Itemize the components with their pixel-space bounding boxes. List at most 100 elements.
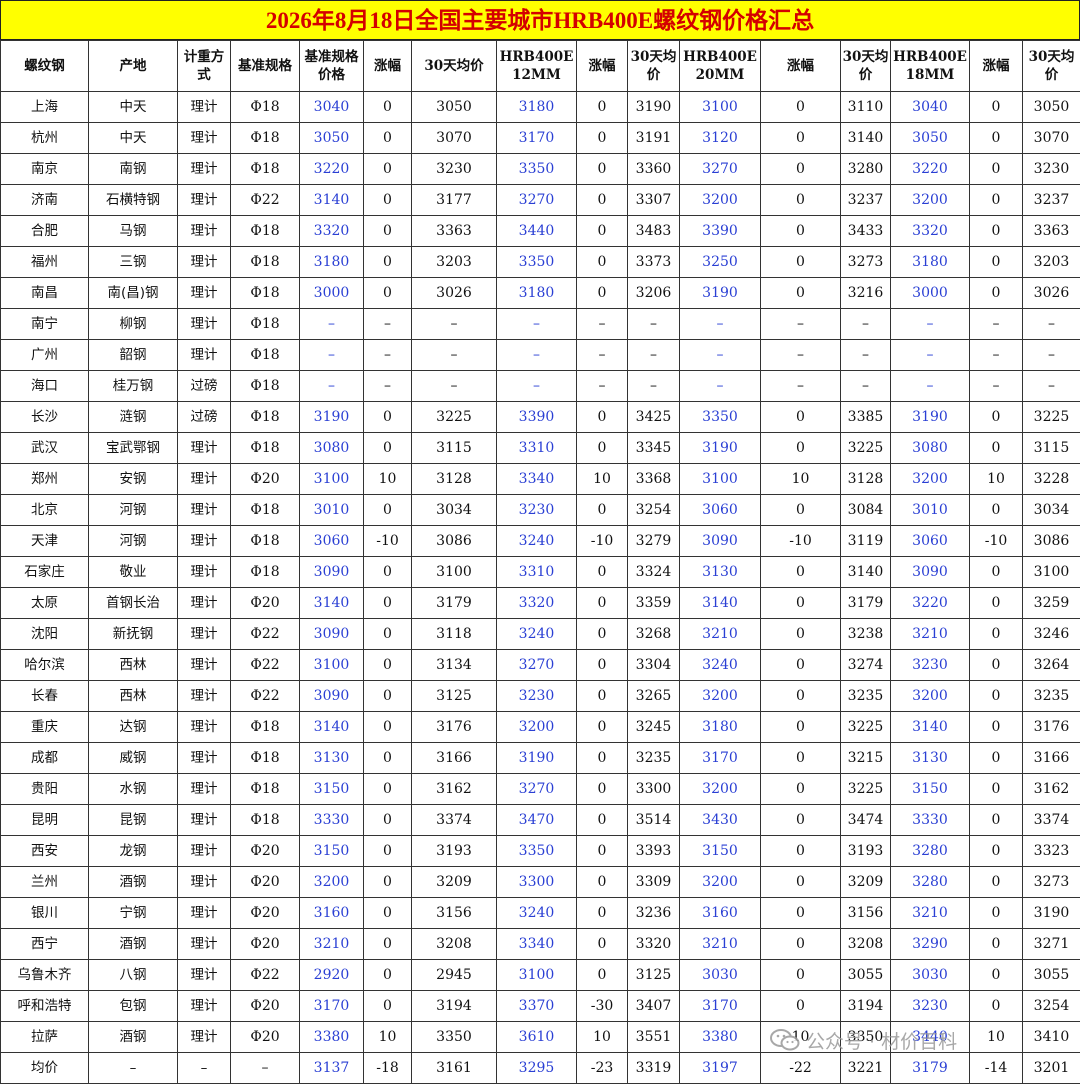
cell-change: 0	[364, 960, 412, 991]
cell-price-20mm: 3430	[680, 805, 761, 836]
cell-method: 理计	[178, 805, 231, 836]
cell-city: 兰州	[1, 867, 89, 898]
cell-avg30-12mm: 3254	[628, 495, 680, 526]
cell-avg30-18mm: 3228	[1023, 464, 1080, 495]
cell-price-18mm: 3190	[891, 402, 970, 433]
cell-change: 0	[364, 991, 412, 1022]
cell-city: 合肥	[1, 216, 89, 247]
cell-price-20mm: 3150	[680, 836, 761, 867]
cell-avg30-20mm: 3221	[841, 1053, 891, 1084]
cell-price-12mm: 3310	[497, 557, 577, 588]
cell-price-20mm: 3180	[680, 712, 761, 743]
cell-method: 理计	[178, 774, 231, 805]
cell-avg30-18mm: 3271	[1023, 929, 1080, 960]
cell-avg30-18mm: 3235	[1023, 681, 1080, 712]
cell-avg30: 3374	[412, 805, 497, 836]
cell-price-18mm: 3200	[891, 464, 970, 495]
cell-method: 理计	[178, 929, 231, 960]
cell-price-12mm: –	[497, 309, 577, 340]
cell-change: 0	[364, 278, 412, 309]
cell-change-18mm: 0	[970, 557, 1023, 588]
cell-base-price: 3090	[300, 681, 364, 712]
cell-base-spec: Φ20	[231, 836, 300, 867]
cell-change-18mm: 0	[970, 92, 1023, 123]
cell-price-20mm: 3210	[680, 929, 761, 960]
cell-price-18mm: 3210	[891, 898, 970, 929]
cell-method: 理计	[178, 898, 231, 929]
cell-change-12mm: –	[577, 371, 628, 402]
cell-base-price: 3150	[300, 774, 364, 805]
cell-avg30-18mm: 3026	[1023, 278, 1080, 309]
cell-change-12mm: -10	[577, 526, 628, 557]
table-row: 昆明昆钢理计Φ183330033743470035143430034743330…	[1, 805, 1080, 836]
col-header-rebar: 螺纹钢	[1, 41, 89, 92]
cell-base-price: –	[300, 340, 364, 371]
cell-avg30-12mm: 3360	[628, 154, 680, 185]
cell-origin: 宁钢	[89, 898, 178, 929]
col-header-18mm: HRB400E 18MM	[891, 41, 970, 92]
cell-change-12mm: 0	[577, 619, 628, 650]
col-header-change-18mm: 涨幅	[970, 41, 1023, 92]
cell-avg30-20mm: 3225	[841, 774, 891, 805]
cell-price-20mm: 3200	[680, 185, 761, 216]
cell-city: 呼和浩特	[1, 991, 89, 1022]
cell-avg30-12mm: 3125	[628, 960, 680, 991]
cell-avg30-18mm: 3050	[1023, 92, 1080, 123]
cell-change-12mm: 0	[577, 929, 628, 960]
cell-price-20mm: 3130	[680, 557, 761, 588]
cell-price-18mm: –	[891, 309, 970, 340]
cell-method: 理计	[178, 557, 231, 588]
cell-avg30-12mm: 3407	[628, 991, 680, 1022]
cell-change-12mm: -30	[577, 991, 628, 1022]
cell-avg30-18mm: 3115	[1023, 433, 1080, 464]
cell-method: 理计	[178, 681, 231, 712]
cell-change-20mm: 0	[761, 650, 841, 681]
cell-change-12mm: 10	[577, 464, 628, 495]
cell-base-price: 3380	[300, 1022, 364, 1053]
cell-change-18mm: 10	[970, 1022, 1023, 1053]
cell-avg30: 3350	[412, 1022, 497, 1053]
cell-origin: 安钢	[89, 464, 178, 495]
cell-change-12mm: 0	[577, 278, 628, 309]
cell-origin: 西林	[89, 650, 178, 681]
cell-avg30-12mm: 3319	[628, 1053, 680, 1084]
cell-change: 0	[364, 774, 412, 805]
col-header-change: 涨幅	[364, 41, 412, 92]
cell-change: 0	[364, 123, 412, 154]
cell-change: 0	[364, 154, 412, 185]
table-row: 贵阳水钢理计Φ183150031623270033003200032253150…	[1, 774, 1080, 805]
cell-change-18mm: 0	[970, 836, 1023, 867]
col-header-change-20mm: 涨幅	[761, 41, 841, 92]
cell-method: 理计	[178, 867, 231, 898]
cell-change-12mm: 0	[577, 154, 628, 185]
cell-base-spec: Φ18	[231, 805, 300, 836]
cell-price-20mm: 3060	[680, 495, 761, 526]
cell-avg30-20mm: 3237	[841, 185, 891, 216]
cell-avg30-12mm: 3190	[628, 92, 680, 123]
cell-price-18mm: 3090	[891, 557, 970, 588]
cell-avg30-20mm: 3474	[841, 805, 891, 836]
cell-change-18mm: 0	[970, 929, 1023, 960]
cell-price-12mm: 3440	[497, 216, 577, 247]
table-row: 太原首钢长治理计Φ2031400317933200335931400317932…	[1, 588, 1080, 619]
cell-avg30-18mm: 3246	[1023, 619, 1080, 650]
cell-change: 10	[364, 464, 412, 495]
cell-change-18mm: 0	[970, 681, 1023, 712]
cell-base-spec: Φ18	[231, 340, 300, 371]
cell-change-20mm: 0	[761, 681, 841, 712]
cell-change: 0	[364, 495, 412, 526]
cell-avg30-18mm: –	[1023, 309, 1080, 340]
cell-avg30-12mm: 3206	[628, 278, 680, 309]
cell-origin: 柳钢	[89, 309, 178, 340]
cell-price-18mm: 3220	[891, 588, 970, 619]
cell-change-12mm: 0	[577, 867, 628, 898]
cell-base-price: 3080	[300, 433, 364, 464]
cell-price-20mm: 3250	[680, 247, 761, 278]
cell-city: 沈阳	[1, 619, 89, 650]
cell-price-20mm: 3120	[680, 123, 761, 154]
cell-price-18mm: 3030	[891, 960, 970, 991]
cell-avg30-18mm: 3225	[1023, 402, 1080, 433]
cell-base-price: 3170	[300, 991, 364, 1022]
cell-change: 0	[364, 92, 412, 123]
table-body: 上海中天理计Φ183040030503180031903100031103040…	[1, 92, 1080, 1084]
